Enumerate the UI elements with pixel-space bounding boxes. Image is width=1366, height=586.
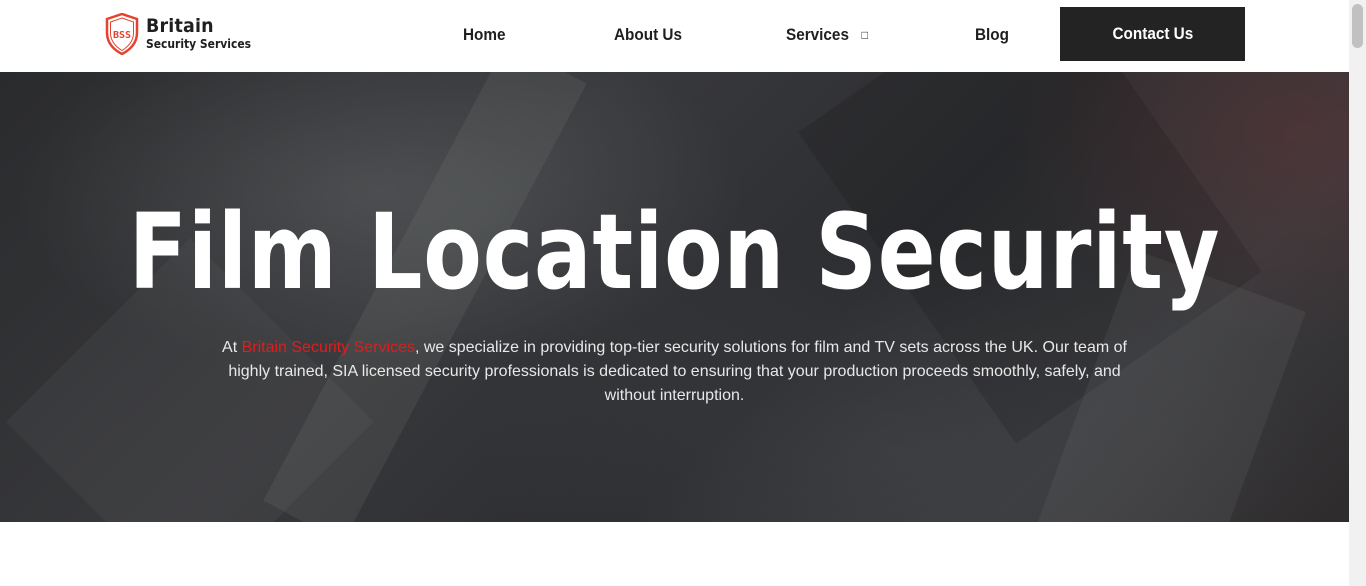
nav-services-label: Services: [786, 25, 849, 44]
nav-blog[interactable]: Blog: [975, 22, 1009, 48]
contact-us-label: Contact Us: [1112, 24, 1193, 43]
site-header: BSS Britain Security Services Home About…: [0, 0, 1349, 72]
logo-line-1: Britain: [146, 15, 214, 38]
page: BSS Britain Security Services Home About…: [0, 0, 1366, 586]
hero-section: Film Location Security At Britain Securi…: [0, 72, 1349, 522]
nav-home[interactable]: Home: [463, 22, 506, 48]
hero-description: At Britain Security Services, we special…: [212, 336, 1137, 408]
logo-badge-text: BSS: [113, 30, 131, 41]
nav-about-us[interactable]: About Us: [614, 22, 682, 48]
logo-line-2: Security Services: [146, 36, 252, 52]
brand-link[interactable]: Britain Security Services: [242, 339, 415, 356]
hero-text-prefix: At: [222, 339, 242, 356]
scrollbar-thumb[interactable]: [1352, 4, 1363, 48]
page-scrollbar[interactable]: [1349, 0, 1366, 586]
site-logo[interactable]: BSS Britain Security Services: [104, 12, 268, 56]
hero-title: Film Location Security: [128, 191, 1221, 313]
shield-logo-icon: BSS: [105, 13, 139, 55]
logo-wordmark: Britain Security Services: [146, 17, 268, 51]
contact-us-button[interactable]: Contact Us: [1060, 7, 1245, 61]
chevron-down-icon[interactable]: □: [862, 28, 869, 42]
nav-services[interactable]: Services □: [786, 22, 868, 48]
